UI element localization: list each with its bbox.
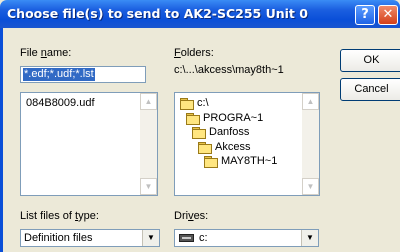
- file-item[interactable]: 084B8009.udf: [26, 97, 95, 109]
- current-path: c:\...\akcess\may8th~1: [174, 64, 284, 76]
- file-list[interactable]: 084B8009.udf ▲ ▼: [20, 92, 158, 196]
- drives-label: Drives:: [174, 210, 209, 222]
- file-list-scrollbar[interactable]: ▲ ▼: [140, 93, 157, 195]
- file-types-dropdown[interactable]: Definition files ▼: [20, 229, 160, 247]
- chevron-down-icon[interactable]: ▼: [301, 230, 318, 246]
- drives-dropdown[interactable]: c: ▼: [174, 229, 319, 247]
- folder-item-program-files[interactable]: PROGRA~1: [186, 112, 263, 125]
- folder-tree[interactable]: c:\ PROGRA~1 Danfoss Akcess MAY8TH~1 ▲ ▼: [174, 92, 320, 196]
- file-name-label: File name:: [20, 47, 72, 59]
- window-title: Choose file(s) to send to AK2-SC255 Unit…: [7, 6, 308, 21]
- scroll-down-icon[interactable]: ▼: [140, 178, 157, 195]
- folder-tree-scrollbar[interactable]: ▲ ▼: [302, 93, 319, 195]
- open-folder-icon: [180, 97, 194, 110]
- scroll-up-icon[interactable]: ▲: [140, 93, 157, 110]
- file-name-input[interactable]: *.edf;*.udf;*.lst: [20, 66, 146, 83]
- hard-drive-icon: [179, 234, 194, 242]
- open-folder-icon: [192, 126, 206, 139]
- drives-value: c:: [199, 232, 208, 244]
- close-button[interactable]: ✕: [378, 5, 398, 25]
- open-folder-icon: [204, 155, 218, 168]
- help-button[interactable]: ?: [355, 5, 375, 25]
- scroll-up-icon[interactable]: ▲: [302, 93, 319, 110]
- title-bar: Choose file(s) to send to AK2-SC255 Unit…: [0, 0, 400, 28]
- file-types-label: List files of type:: [20, 210, 99, 222]
- file-name-value: *.edf;*.udf;*.lst: [23, 68, 95, 81]
- folder-item-akcess[interactable]: Akcess: [198, 141, 250, 154]
- folder-item-may8th[interactable]: MAY8TH~1: [204, 155, 277, 168]
- ok-button[interactable]: OK: [340, 49, 400, 72]
- open-folder-icon: [186, 112, 200, 125]
- folders-label: Folders:: [174, 47, 214, 59]
- window-frame: [0, 28, 3, 252]
- file-types-value: Definition files: [24, 232, 93, 244]
- open-folder-icon: [198, 141, 212, 154]
- scroll-down-icon[interactable]: ▼: [302, 178, 319, 195]
- chevron-down-icon[interactable]: ▼: [142, 230, 159, 246]
- cancel-button[interactable]: Cancel: [340, 78, 400, 101]
- folder-item-danfoss[interactable]: Danfoss: [192, 126, 249, 139]
- folder-item-root[interactable]: c:\: [180, 97, 209, 110]
